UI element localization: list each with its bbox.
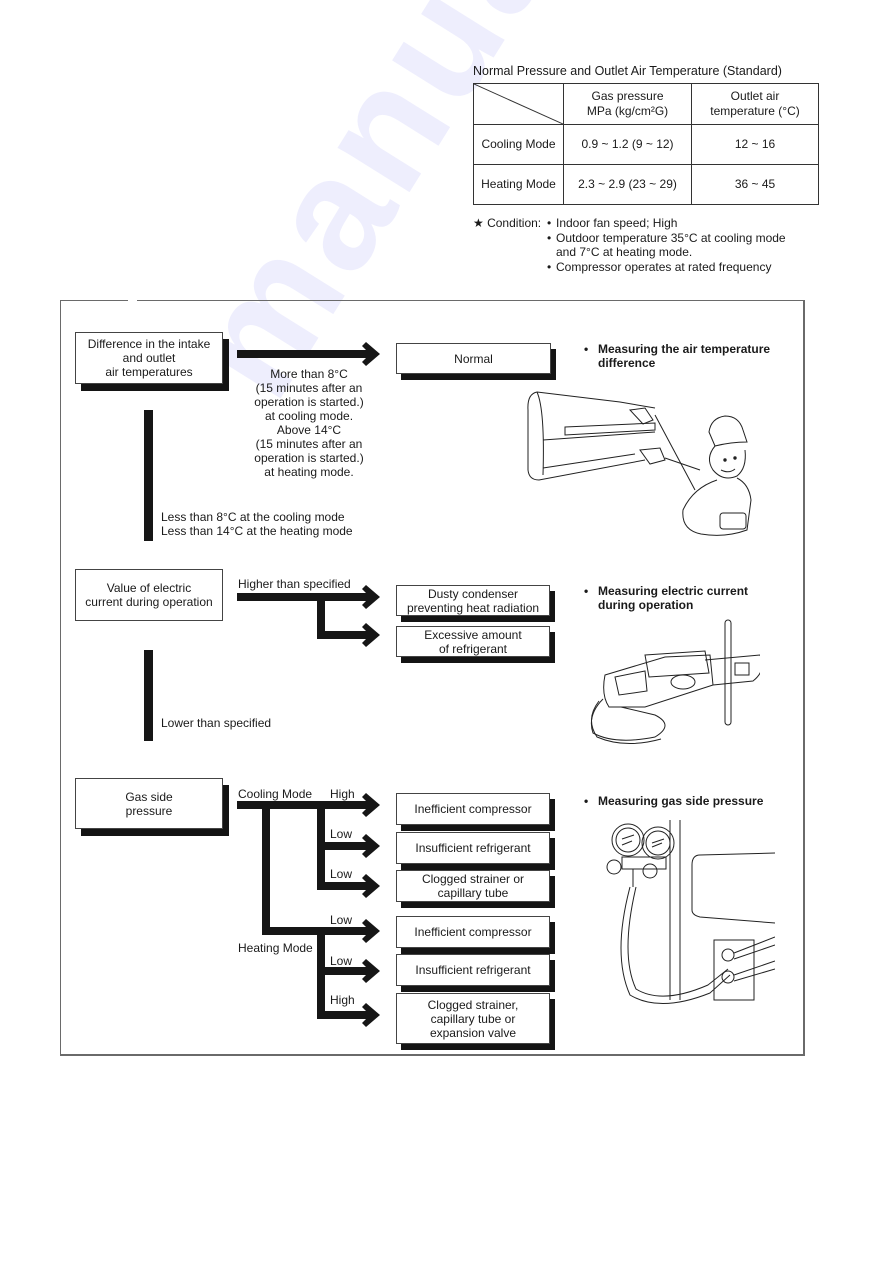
- meter-body: [603, 654, 714, 708]
- result-line: Dusty condenser: [427, 586, 519, 601]
- down-bar: [144, 650, 153, 741]
- result-box-excessive-refrigerant: Excessive amount of refrigerant: [396, 626, 550, 657]
- hand-probe-top: [628, 407, 654, 425]
- manifold-gauge-illustration: [600, 815, 776, 1015]
- clamp-meter-illustration: [585, 615, 763, 745]
- result-line: Excessive amount: [424, 627, 522, 642]
- result-box-insufficient-refrigerant: Insufficient refrigerant: [396, 832, 550, 864]
- check-box-line: Difference in the intake: [87, 337, 211, 351]
- label-line: at cooling mode.: [264, 409, 354, 423]
- bullet: •: [584, 342, 589, 356]
- label-line: Less than 14°C at the heating mode: [161, 524, 353, 538]
- branch-level-label: High: [330, 787, 355, 801]
- check-box-line: pressure: [125, 803, 173, 818]
- gauge-high: [641, 826, 675, 860]
- check-box-line: Value of electric: [106, 581, 192, 595]
- result-box-insufficient-refrigerant: Insufficient refrigerant: [396, 954, 550, 986]
- down-bar: [144, 410, 153, 541]
- result-line: Clogged strainer or: [421, 872, 525, 886]
- cooling-mode-label: Cooling Mode: [238, 787, 313, 801]
- branch-level-label: Low: [330, 827, 353, 841]
- result-line: Inefficient compressor: [414, 925, 532, 939]
- label-line: (15 minutes after an: [255, 381, 363, 395]
- arrow-shaft: [317, 842, 372, 850]
- valve-knob: [642, 863, 658, 879]
- wire: [724, 619, 732, 726]
- label-line: operation is started.): [254, 451, 364, 465]
- gauge-low: [611, 823, 645, 857]
- check-box-electric-current: Value of electric current during operati…: [75, 569, 223, 621]
- title-line: difference: [598, 356, 656, 370]
- label-line: operation is started.): [254, 395, 364, 409]
- bullet: •: [584, 794, 589, 808]
- hand-probe-bottom: [639, 447, 666, 465]
- illustration-title-gas-pressure: • Measuring gas side pressure: [584, 794, 764, 808]
- illustration-title-air-temp: • Measuring the air temperature differen…: [584, 342, 771, 370]
- branch-level-label: High: [330, 993, 355, 1007]
- down-label-lower: Lower than specified: [161, 716, 272, 730]
- heating-mode-label: Heating Mode: [238, 941, 313, 955]
- title-line: Measuring the air temperature: [598, 342, 771, 356]
- branch-level-label: Low: [330, 954, 353, 968]
- result-line: Inefficient compressor: [414, 802, 532, 816]
- title-line: Measuring gas side pressure: [598, 794, 764, 808]
- result-box-inefficient-compressor: Inefficient compressor: [396, 793, 550, 825]
- thermometer-device: [719, 512, 747, 530]
- result-line: expansion valve: [429, 1025, 517, 1040]
- air-conditioner-technician-illustration: [525, 380, 770, 540]
- bullet: •: [584, 584, 589, 598]
- check-box-line: air temperatures: [105, 365, 193, 379]
- main-trunk: [262, 801, 270, 935]
- arrow-shaft: [317, 631, 372, 639]
- dial: [670, 674, 696, 690]
- down-label-less-than: Less than 8°C at the cooling mode Less t…: [161, 510, 353, 538]
- result-line: Insufficient refrigerant: [415, 841, 531, 855]
- valve-knob: [606, 859, 622, 875]
- label-line: Less than 8°C at the cooling mode: [161, 510, 345, 524]
- check-box-line: and outlet: [122, 351, 176, 365]
- result-box-dusty-condenser: Dusty condenser preventing heat radiatio…: [396, 585, 550, 616]
- result-box-clogged-strainer-expansion-valve: Clogged strainer, capillary tube or expa…: [396, 993, 550, 1044]
- label-line: Above 14°C: [276, 423, 342, 437]
- technician-cap: [708, 415, 748, 447]
- unit-panel: [691, 854, 776, 924]
- check-box-line: current during operation: [85, 595, 213, 609]
- result-box-normal: Normal: [396, 343, 551, 374]
- illustration-title-electric-current: • Measuring electric current during oper…: [584, 584, 749, 612]
- branch-level-label: Low: [330, 913, 353, 927]
- service-valve: [721, 948, 735, 962]
- arrow-shaft: [317, 1011, 372, 1019]
- label-line: (15 minutes after an: [255, 437, 363, 451]
- arrow-shaft: [237, 801, 372, 809]
- title-line: during operation: [598, 598, 694, 612]
- result-box-clogged-strainer: Clogged strainer or capillary tube: [396, 870, 550, 902]
- arrow-shaft: [317, 967, 372, 975]
- label-line: More than 8°C: [270, 367, 348, 381]
- result-box-inefficient-compressor: Inefficient compressor: [396, 916, 550, 948]
- check-box-line: Gas side: [125, 789, 173, 804]
- result-line: capillary tube: [437, 886, 509, 900]
- label-line: at heating mode.: [264, 465, 354, 479]
- arrow-shaft: [237, 350, 372, 358]
- ac-unit-outline: [527, 391, 646, 481]
- arrow-label-more-than: More than 8°C (15 minutes after an opera…: [243, 367, 375, 479]
- check-box-air-temp-difference: Difference in the intake and outlet air …: [75, 332, 223, 384]
- result-line: capillary tube or: [430, 1011, 516, 1026]
- result-line: Clogged strainer,: [427, 997, 519, 1012]
- result-line: Insufficient refrigerant: [415, 963, 531, 977]
- branch-level-label: Low: [330, 867, 353, 881]
- result-text: Normal: [454, 351, 493, 366]
- result-line: preventing heat radiation: [406, 600, 540, 615]
- check-box-gas-side-pressure: Gas side pressure: [75, 778, 223, 829]
- arrow-shaft: [317, 882, 372, 890]
- result-line: of refrigerant: [438, 641, 508, 656]
- arrow-shaft: [237, 593, 372, 601]
- arrow-label-higher: Higher than specified: [238, 577, 351, 591]
- title-line: Measuring electric current: [598, 584, 749, 598]
